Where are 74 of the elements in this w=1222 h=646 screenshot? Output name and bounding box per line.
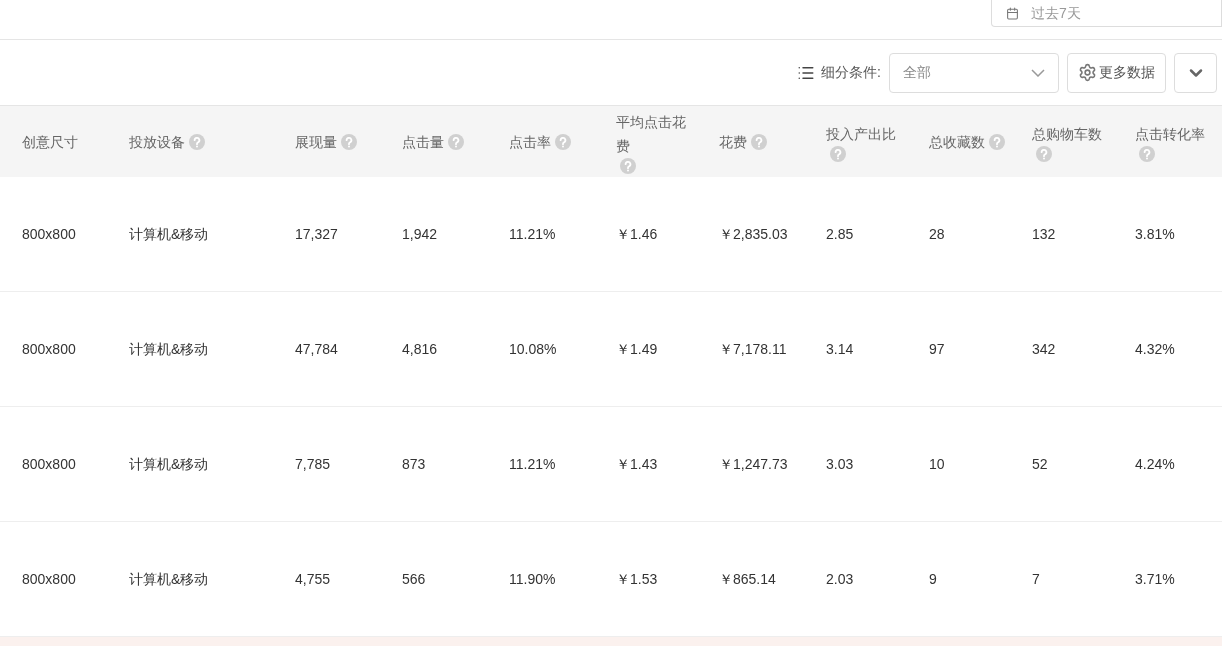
- segment-select[interactable]: 全部: [889, 52, 1059, 93]
- table-cell: 11.90%: [509, 570, 556, 587]
- help-icon[interactable]: [189, 133, 205, 150]
- table-cell: 3.71%: [1135, 570, 1175, 587]
- help-icon[interactable]: [620, 157, 636, 174]
- date-range-field[interactable]: 过去7天: [991, 0, 1222, 27]
- table-cell: 计算机&移动: [129, 340, 209, 357]
- table-cell: ￥1.43: [616, 455, 658, 472]
- column-header: 创意尺寸: [22, 132, 78, 152]
- table-cell: 342: [1032, 340, 1056, 357]
- table-cell: 4.32%: [1135, 340, 1175, 357]
- help-icon[interactable]: [830, 145, 846, 162]
- table-cell: 97: [929, 340, 945, 357]
- table-cell: 800x800: [22, 340, 76, 357]
- help-icon[interactable]: [448, 133, 464, 150]
- table-cell: 873: [402, 455, 426, 472]
- more-data-button[interactable]: 更多数据: [1067, 52, 1166, 93]
- table-cell: 800x800: [22, 225, 76, 242]
- column-header: 点击量: [402, 132, 444, 152]
- table-cell: 800x800: [22, 570, 76, 587]
- expand-button[interactable]: [1174, 52, 1217, 93]
- segment-label: 细分条件:: [821, 63, 881, 82]
- table-cell: 3.81%: [1135, 225, 1175, 242]
- table-cell: 7,785: [295, 455, 331, 472]
- table-cell: 4.24%: [1135, 455, 1175, 472]
- table-cell: 计算机&移动: [129, 570, 209, 587]
- table-cell: 4,816: [402, 340, 438, 357]
- help-icon[interactable]: [1139, 145, 1155, 162]
- column-header: 平均点击花费: [616, 112, 687, 156]
- column-header: 点击转化率: [1135, 124, 1205, 144]
- table-cell: 计算机&移动: [129, 225, 209, 242]
- help-icon[interactable]: [555, 133, 571, 150]
- date-range-value: 过去7天: [1031, 3, 1081, 23]
- table-cell: 800x800: [22, 455, 76, 472]
- help-icon[interactable]: [1036, 145, 1052, 162]
- table-cell: ￥1,247.73: [719, 455, 788, 472]
- calendar-icon: [1006, 6, 1019, 20]
- help-icon[interactable]: [751, 133, 767, 150]
- table-cell: 10: [929, 455, 945, 472]
- table-cell: ￥865.14: [719, 570, 776, 587]
- table-cell: 2.85: [826, 225, 854, 242]
- table-cell: 566: [402, 570, 426, 587]
- table-cell: 计算机&移动: [129, 455, 209, 472]
- gear-icon: [1078, 63, 1097, 82]
- table-cell: ￥2,835.03: [719, 225, 788, 242]
- table-cell: 47,784: [295, 340, 338, 357]
- table-cell: 10.08%: [509, 340, 557, 357]
- column-header: 总收藏数: [929, 132, 985, 152]
- table-cell: 7: [1032, 570, 1040, 587]
- table-cell: 11.21%: [509, 455, 556, 472]
- table-cell: 17,327: [295, 225, 338, 242]
- table-cell: 2.03: [826, 570, 854, 587]
- column-header: 总购物车数: [1032, 124, 1102, 144]
- table-cell: 132: [1032, 225, 1056, 242]
- column-header: 投入产出比: [826, 124, 896, 144]
- table-cell: ￥1.46: [616, 225, 658, 242]
- chevron-down-icon: [1031, 68, 1045, 77]
- table-cell: 3.14: [826, 340, 854, 357]
- help-icon[interactable]: [989, 133, 1005, 150]
- table-cell: ￥1.49: [616, 340, 658, 357]
- table-cell: 1,942: [402, 225, 438, 242]
- help-icon[interactable]: [341, 133, 357, 150]
- table-cell: 28: [929, 225, 945, 242]
- column-header: 花费: [719, 132, 747, 152]
- column-header: 投放设备: [129, 132, 185, 152]
- table-cell: 3.03: [826, 455, 854, 472]
- table-cell: 9: [929, 570, 937, 587]
- table-cell: 11.21%: [509, 225, 556, 242]
- table-cell: 4,755: [295, 570, 331, 587]
- table-cell: ￥1.53: [616, 570, 658, 587]
- table-cell: ￥7,178.11: [719, 340, 787, 357]
- table-cell: 52: [1032, 455, 1048, 472]
- column-header: 点击率: [509, 132, 551, 152]
- column-header: 展现量: [295, 132, 337, 152]
